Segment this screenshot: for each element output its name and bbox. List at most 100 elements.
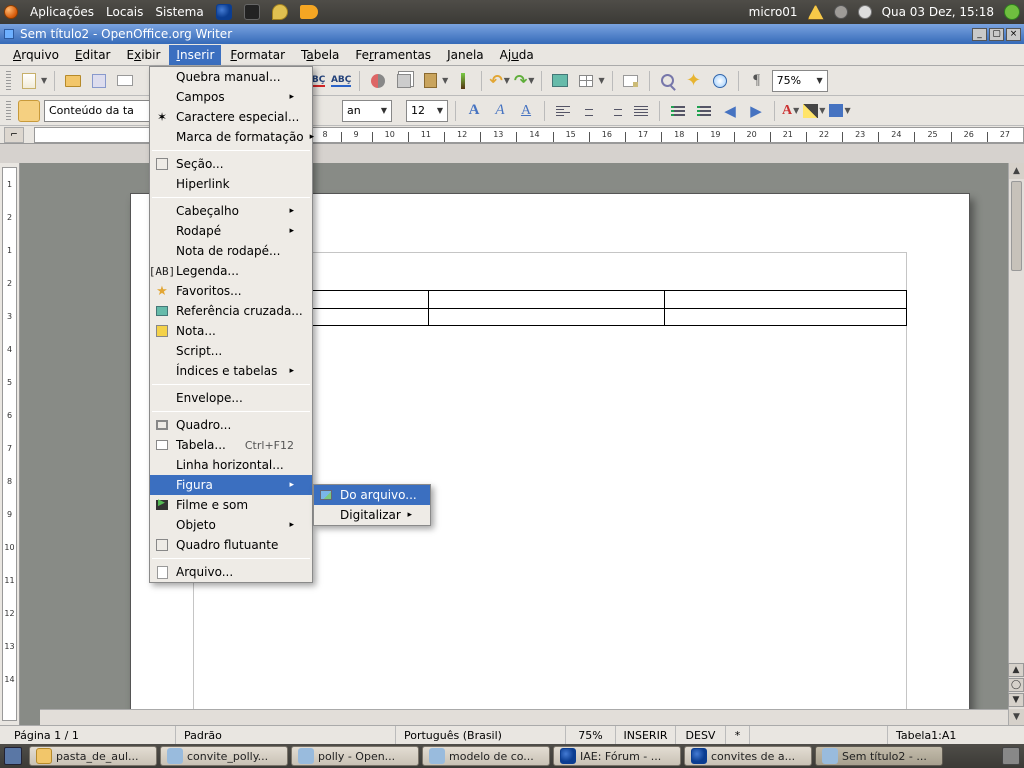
user-indicator[interactable]: micro01 — [749, 5, 798, 19]
menu-format[interactable]: Formatar — [223, 45, 292, 65]
firefox-launcher-icon[interactable] — [216, 4, 232, 20]
key-launcher-icon[interactable] — [272, 4, 288, 20]
scroll-up-icon[interactable]: ▲ — [1009, 163, 1024, 179]
align-justify-button[interactable] — [630, 100, 652, 122]
menu-item-bookmark[interactable]: ★Favoritos... — [150, 281, 312, 301]
menu-item-header[interactable]: Cabeçalho▸ — [150, 201, 312, 221]
status-insert-mode[interactable]: INSERIR — [616, 726, 676, 744]
status-selection-mode[interactable]: DESV — [676, 726, 726, 744]
ribbon-launcher-icon[interactable] — [300, 5, 318, 19]
undo-button[interactable]: ↶▼ — [489, 71, 510, 90]
insert-table-button[interactable]: ▼ — [575, 70, 604, 92]
menu-item-fields[interactable]: Campos▸ — [150, 87, 312, 107]
bold-button[interactable]: A — [463, 100, 485, 122]
vertical-scrollbar[interactable]: ▲ ▼ — [1008, 163, 1024, 725]
menu-item-special-char[interactable]: ✶Caractere especial... — [150, 107, 312, 127]
open-button[interactable] — [62, 70, 84, 92]
paragraph-color-button[interactable]: ▼ — [829, 104, 850, 117]
menu-item-footer[interactable]: Rodapé▸ — [150, 221, 312, 241]
task-button[interactable]: convite_polly... — [160, 746, 288, 766]
menu-item-script[interactable]: Script... — [150, 341, 312, 361]
menu-item-figure[interactable]: Figura▸ — [150, 475, 312, 495]
scroll-thumb[interactable] — [1011, 181, 1022, 271]
window-close-button[interactable]: × — [1006, 28, 1021, 41]
underline-button[interactable]: A — [515, 100, 537, 122]
mail-button[interactable] — [114, 70, 136, 92]
menu-item-floating-frame[interactable]: Quadro flutuante — [150, 535, 312, 555]
menu-item-manual-break[interactable]: Quebra manual... — [150, 67, 312, 87]
font-size-combo[interactable]: 12▼ — [406, 100, 448, 122]
scroll-down-icon[interactable]: ▼ — [1009, 709, 1024, 725]
horizontal-scrollbar[interactable] — [40, 709, 1008, 725]
align-left-button[interactable] — [552, 100, 574, 122]
menu-item-section[interactable]: Seção... — [150, 154, 312, 174]
autopilot-icon[interactable]: ✦ — [683, 70, 705, 92]
redo-button[interactable]: ↷▼ — [514, 71, 535, 90]
gnome-menu-places[interactable]: Locais — [106, 5, 143, 19]
gnome-menu-system[interactable]: Sistema — [155, 5, 203, 19]
clock-indicator[interactable]: Qua 03 Dez, 15:18 — [882, 5, 994, 19]
task-button[interactable]: convites de a... — [684, 746, 812, 766]
trash-icon[interactable] — [1002, 747, 1020, 765]
menu-insert[interactable]: Inserir — [169, 45, 221, 65]
ruler-corner-button[interactable]: ⌐ — [4, 127, 24, 143]
gnome-menu-applications[interactable]: Aplicações — [30, 5, 94, 19]
menu-item-note[interactable]: Nota... — [150, 321, 312, 341]
font-combo-tail[interactable]: an▼ — [342, 100, 392, 122]
task-button[interactable]: polly - Open... — [291, 746, 419, 766]
numbered-list-button[interactable] — [667, 100, 689, 122]
find-button[interactable] — [657, 70, 679, 92]
menu-item-hyperlink[interactable]: Hiperlink — [150, 174, 312, 194]
page-down-nav-icon[interactable]: ▼ — [1008, 693, 1024, 707]
status-language[interactable]: Português (Brasil) — [396, 726, 566, 744]
menu-item-footnote[interactable]: Nota de rodapé... — [150, 241, 312, 261]
nav-select-icon[interactable]: ◯ — [1008, 678, 1024, 692]
hyperlink-button[interactable] — [549, 70, 571, 92]
status-zoom[interactable]: 75% — [566, 726, 616, 744]
status-style[interactable]: Padrão — [176, 726, 396, 744]
menu-item-movie[interactable]: Filme e som — [150, 495, 312, 515]
italic-button[interactable]: A — [489, 100, 511, 122]
menu-help[interactable]: Ajuda — [493, 45, 541, 65]
styles-button[interactable] — [18, 100, 40, 122]
menu-window[interactable]: Janela — [440, 45, 491, 65]
draw-button[interactable] — [620, 70, 642, 92]
increase-indent-button[interactable]: ▶ — [745, 100, 767, 122]
menu-view[interactable]: Exibir — [120, 45, 168, 65]
align-center-button[interactable] — [578, 100, 600, 122]
menu-item-formatting-mark[interactable]: Marca de formatação▸ — [150, 127, 312, 147]
navigator-button[interactable] — [709, 70, 731, 92]
copy-button[interactable] — [393, 70, 415, 92]
menu-item-caption[interactable]: [AB]Legenda... — [150, 261, 312, 281]
nonprinting-chars-button[interactable]: ¶ — [746, 70, 768, 92]
menu-file[interactable]: Arquivo — [6, 45, 66, 65]
task-button[interactable]: modelo de co... — [422, 746, 550, 766]
menu-tools[interactable]: Ferramentas — [348, 45, 438, 65]
task-button[interactable]: IAE: Fórum - ... — [553, 746, 681, 766]
menu-item-hrule[interactable]: Linha horizontal... — [150, 455, 312, 475]
session-icon[interactable] — [1004, 4, 1020, 20]
menu-item-object[interactable]: Objeto▸ — [150, 515, 312, 535]
menu-item-file[interactable]: Arquivo... — [150, 562, 312, 582]
paste-button[interactable]: ▼ — [419, 70, 448, 92]
font-color-button[interactable]: A▼ — [782, 103, 799, 119]
submenu-item-scan[interactable]: Digitalizar▸ — [314, 505, 430, 525]
page-up-nav-icon[interactable]: ▲ — [1008, 663, 1024, 677]
window-minimize-button[interactable]: _ — [972, 28, 987, 41]
cut-button[interactable] — [367, 70, 389, 92]
format-paintbrush-button[interactable] — [452, 70, 474, 92]
menu-item-envelope[interactable]: Envelope... — [150, 388, 312, 408]
terminal-launcher-icon[interactable] — [244, 4, 260, 20]
decrease-indent-button[interactable]: ◀ — [719, 100, 741, 122]
window-maximize-button[interactable]: ▢ — [989, 28, 1004, 41]
highlight-color-button[interactable]: ▼ — [803, 104, 825, 118]
show-desktop-icon[interactable] — [4, 747, 22, 765]
menu-item-indexes[interactable]: Índices e tabelas▸ — [150, 361, 312, 381]
menu-item-frame[interactable]: Quadro... — [150, 415, 312, 435]
submenu-item-from-file[interactable]: Do arquivo... — [314, 485, 430, 505]
network-icon[interactable] — [834, 5, 848, 19]
task-button[interactable]: pasta_de_aul... — [29, 746, 157, 766]
save-button[interactable] — [88, 70, 110, 92]
ubuntu-logo-icon[interactable] — [4, 5, 18, 19]
zoom-combo[interactable]: 75%▼ — [772, 70, 828, 92]
